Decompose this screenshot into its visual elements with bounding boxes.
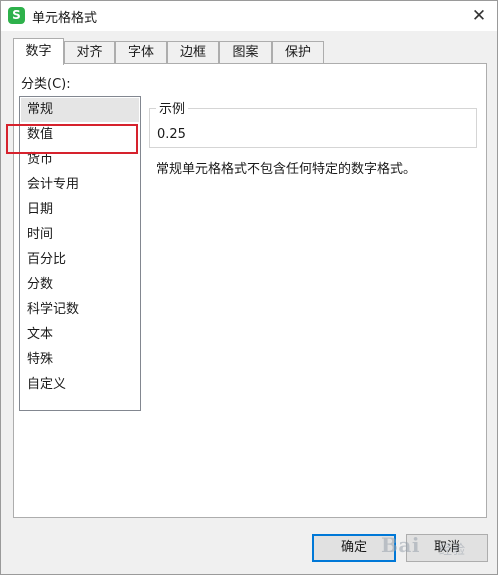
tab-font[interactable]: 字体 bbox=[115, 41, 167, 63]
ok-button[interactable]: 确定 bbox=[312, 534, 396, 562]
tab-protection[interactable]: 保护 bbox=[272, 41, 324, 63]
category-item-currency[interactable]: 货币 bbox=[21, 148, 139, 172]
category-list[interactable]: 常规 数值 货币 会计专用 日期 时间 百分比 分数 科学记数 文本 特殊 自定… bbox=[19, 96, 141, 411]
format-cells-dialog: S 单元格格式 ✕ 数字 对齐 字体 边框 图案 保护 分类(C): 常规 数值… bbox=[0, 0, 498, 575]
category-item-percentage[interactable]: 百分比 bbox=[21, 248, 139, 272]
tab-alignment[interactable]: 对齐 bbox=[64, 41, 115, 63]
category-item-special[interactable]: 特殊 bbox=[21, 348, 139, 372]
app-logo-icon: S bbox=[8, 7, 25, 24]
tab-number[interactable]: 数字 bbox=[13, 38, 64, 65]
sample-value: 0.25 bbox=[157, 127, 186, 142]
category-item-number[interactable]: 数值 bbox=[21, 123, 139, 147]
sample-group bbox=[149, 108, 477, 148]
tab-pattern[interactable]: 图案 bbox=[219, 41, 272, 63]
cancel-button[interactable]: 取消 bbox=[406, 534, 488, 562]
category-item-custom[interactable]: 自定义 bbox=[21, 373, 139, 397]
category-item-date[interactable]: 日期 bbox=[21, 198, 139, 222]
category-item-fraction[interactable]: 分数 bbox=[21, 273, 139, 297]
title-bar: S 单元格格式 ✕ bbox=[1, 1, 497, 31]
category-item-scientific[interactable]: 科学记数 bbox=[21, 298, 139, 322]
format-description: 常规单元格格式不包含任何特定的数字格式。 bbox=[156, 162, 417, 177]
category-item-accounting[interactable]: 会计专用 bbox=[21, 173, 139, 197]
category-item-text[interactable]: 文本 bbox=[21, 323, 139, 347]
category-item-general[interactable]: 常规 bbox=[21, 98, 139, 122]
dialog-title: 单元格格式 bbox=[32, 11, 98, 26]
category-item-time[interactable]: 时间 bbox=[21, 223, 139, 247]
close-button[interactable]: ✕ bbox=[461, 1, 497, 31]
sample-label: 示例 bbox=[156, 98, 189, 117]
tab-border[interactable]: 边框 bbox=[167, 41, 219, 63]
category-label: 分类(C): bbox=[21, 77, 71, 92]
